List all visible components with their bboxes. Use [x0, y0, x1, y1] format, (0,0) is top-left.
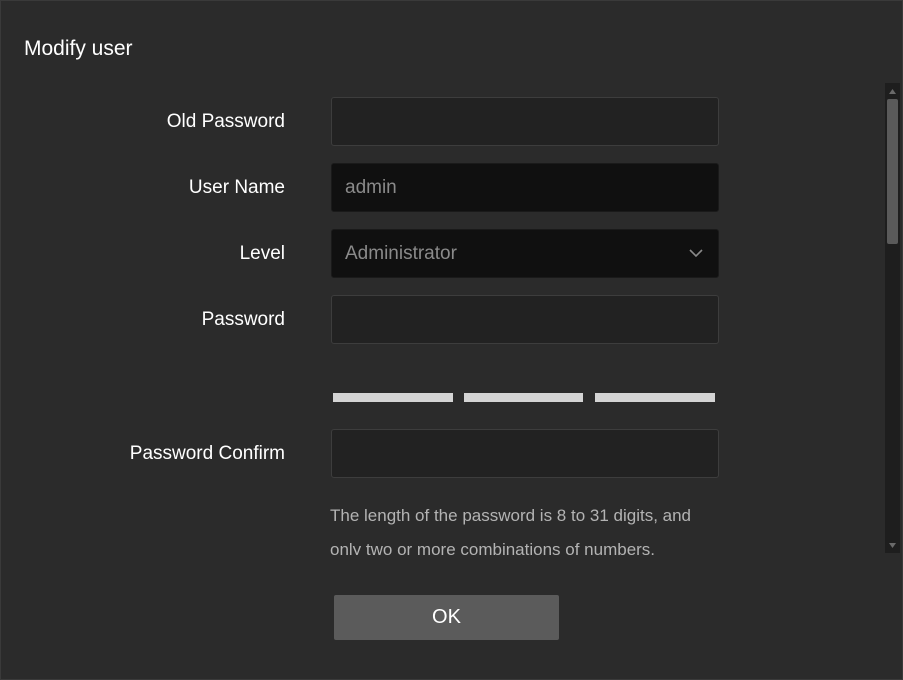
chevron-down-icon [687, 245, 705, 263]
password-hint: The length of the password is 8 to 31 di… [330, 499, 750, 555]
ok-button[interactable]: OK [334, 595, 559, 640]
password-strength-segment-2 [464, 393, 583, 402]
old-password-input[interactable] [331, 97, 719, 146]
level-label: Level [239, 243, 285, 264]
password-confirm-input[interactable] [331, 429, 719, 478]
dialog-title: Modify user [24, 37, 133, 60]
password-strength-segment-3 [595, 393, 715, 402]
scroll-up-arrow-icon[interactable] [885, 85, 900, 97]
password-strength-segment-1 [333, 393, 453, 402]
level-selected-value: Administrator [345, 242, 457, 264]
user-name-input [331, 163, 719, 212]
password-confirm-label: Password Confirm [129, 443, 285, 464]
scroll-down-arrow-icon[interactable] [885, 539, 900, 551]
password-hint-line-2: only two or more combinations of numbers… [330, 540, 656, 555]
password-hint-line-1: The length of the password is 8 to 31 di… [330, 506, 692, 525]
form-scrollbar[interactable] [885, 83, 900, 553]
level-select[interactable]: Administrator [331, 229, 719, 278]
form-scroll-area: Old Password User Name Level Administrat… [1, 81, 879, 555]
user-name-label: User Name [188, 177, 285, 198]
modify-user-dialog: Modify user Old Password User Name Level… [0, 0, 903, 680]
scrollbar-thumb[interactable] [887, 99, 898, 244]
password-input[interactable] [331, 295, 719, 344]
old-password-label: Old Password [166, 111, 285, 132]
password-label: Password [201, 309, 285, 330]
